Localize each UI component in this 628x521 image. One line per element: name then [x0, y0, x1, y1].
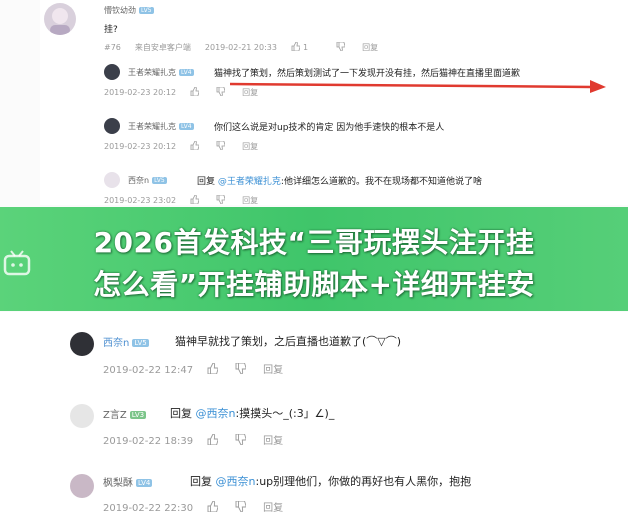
reply-username[interactable]: 王者荣耀扎克 LV4: [128, 121, 194, 132]
comment-text: 挂?: [104, 25, 118, 35]
like-button[interactable]: [190, 195, 202, 205]
red-arrow-icon: [230, 80, 606, 93]
thumb-up-icon: [190, 141, 200, 150]
level-badge: LV4: [179, 69, 194, 76]
level-badge: LV5: [132, 339, 149, 347]
thumb-down-button[interactable]: [235, 434, 249, 447]
reply-button[interactable]: 回复: [362, 43, 378, 52]
thumb-up-icon: [190, 87, 200, 96]
thumb-down-icon: [235, 363, 247, 374]
like-button[interactable]: [190, 87, 202, 97]
reply-username[interactable]: 枫梨酥 LV4: [103, 474, 153, 489]
thumb-down-button[interactable]: [216, 87, 228, 97]
banner-title-line-1: 2026首发科技“三哥玩摆头注开挂: [93, 226, 535, 259]
user-avatar[interactable]: [104, 172, 120, 188]
comment-meta: #76 来自安卓客户端 2019-02-21 20:33 1 回复: [104, 42, 392, 53]
thumb-down-icon: [216, 87, 226, 96]
level-badge: LV4: [136, 479, 153, 487]
reply-button[interactable]: 回复: [263, 436, 283, 447]
thumb-down-icon: [216, 195, 226, 204]
bilibili-tv-icon: [3, 250, 31, 276]
user-avatar[interactable]: [70, 474, 94, 498]
reply-username[interactable]: 王者荣耀扎克 LV4: [128, 67, 194, 78]
thumb-down-icon: [235, 434, 247, 445]
level-badge: LV5: [139, 7, 154, 14]
thumb-down-icon: [336, 42, 346, 51]
reply-text: 回复 @王者荣耀扎克:他详细怎么道歉的。我不在现场都不知道他说了啥: [197, 177, 482, 187]
like-button[interactable]: [207, 501, 221, 514]
thumb-up-icon: [207, 363, 219, 374]
thumb-down-icon: [235, 501, 247, 512]
like-button[interactable]: 1: [291, 42, 322, 52]
reply-time: 2019-02-23 23:02: [104, 196, 177, 205]
thumb-down-icon: [216, 141, 226, 150]
level-badge: LV4: [179, 123, 194, 130]
thumb-down-button[interactable]: [216, 141, 228, 151]
user-mention-link[interactable]: @西奈n: [216, 475, 256, 488]
user-mention-link[interactable]: @西奈n: [196, 407, 236, 420]
screenshot-canvas: 懵钦幼劲 LV5 挂? #76 来自安卓客户端 2019-02-21 20:33 1 回复…: [0, 0, 628, 521]
floor-number: #76: [104, 43, 121, 52]
comment-time: 2019-02-21 20:33: [204, 43, 277, 52]
thumb-down-button[interactable]: [235, 363, 249, 376]
comment-source: 来自安卓客户端: [134, 43, 191, 52]
avatar-face-icon: [50, 8, 70, 35]
user-mention-link[interactable]: @王者荣耀扎克: [218, 177, 281, 187]
reply-username[interactable]: 西奈n LV5: [103, 334, 149, 349]
user-avatar[interactable]: [70, 404, 94, 428]
reply-time: 2019-02-22 12:47: [103, 365, 194, 376]
user-avatar[interactable]: [104, 64, 120, 80]
reply-button[interactable]: 回复: [263, 365, 283, 376]
thumb-up-icon: [207, 434, 219, 445]
thumb-down-button[interactable]: [336, 42, 348, 52]
reply-button[interactable]: 回复: [263, 503, 283, 514]
top-comment-thread: 懵钦幼劲 LV5 挂? #76 来自安卓客户端 2019-02-21 20:33 1 回复…: [40, 0, 628, 205]
reply-meta: 2019-02-22 12:47 回复: [103, 361, 297, 376]
reply-username[interactable]: 西奈n LV5: [128, 175, 167, 186]
thumb-down-button[interactable]: [216, 195, 228, 205]
banner-title-line-2: 怎么看”开挂辅助脚本+详细开挂安: [93, 268, 535, 301]
bottom-comment-thread: 西奈n LV5 猫神早就找了策划，之后直播也道歉了(⌒▽⌒) 2019-02-22…: [0, 312, 628, 521]
reply-time: 2019-02-23 20:12: [104, 88, 177, 97]
reply-text: 回复 @西奈n:摸摸头～_(:3」∠)_: [170, 407, 335, 420]
thumb-up-icon: [291, 42, 300, 51]
reply-text: 你们这么说是对up技术的肯定 因为他手速快的根本不是人: [214, 123, 445, 133]
reply-time: 2019-02-22 18:39: [103, 436, 194, 447]
thumb-up-icon: [207, 501, 219, 512]
reply-text: 猫神早就找了策划，之后直播也道歉了(⌒▽⌒): [175, 335, 402, 348]
reply-text: 回复 @西奈n:up别理他们，你做的再好也有人黑你，抱抱: [190, 475, 472, 488]
like-button[interactable]: [207, 363, 221, 376]
level-badge: LV3: [129, 411, 147, 419]
reply-meta: 2019-02-23 23:02 回复: [104, 195, 272, 206]
reply-meta: 2019-02-22 22:30 回复: [103, 499, 297, 514]
comment-username[interactable]: 懵钦幼劲 LV5: [104, 5, 154, 16]
like-count: 1: [302, 43, 309, 52]
reply-time: 2019-02-23 20:12: [104, 142, 177, 151]
title-banner: 2026首发科技“三哥玩摆头注开挂 怎么看”开挂辅助脚本+详细开挂安: [0, 207, 628, 311]
reply-username[interactable]: Z言Z LV3: [103, 406, 147, 421]
reply-meta: 2019-02-23 20:12 回复: [104, 141, 272, 152]
thumb-up-icon: [190, 195, 200, 204]
level-badge: LV5: [152, 177, 167, 184]
reply-button[interactable]: 回复: [242, 196, 258, 205]
reply-time: 2019-02-22 22:30: [103, 503, 194, 514]
reply-button[interactable]: 回复: [242, 142, 258, 151]
like-button[interactable]: [190, 141, 202, 151]
reply-meta: 2019-02-22 18:39 回复: [103, 432, 297, 447]
like-button[interactable]: [207, 434, 221, 447]
user-avatar[interactable]: [70, 332, 94, 356]
user-avatar[interactable]: [104, 118, 120, 134]
user-avatar[interactable]: [44, 3, 76, 35]
thumb-down-button[interactable]: [235, 501, 249, 514]
